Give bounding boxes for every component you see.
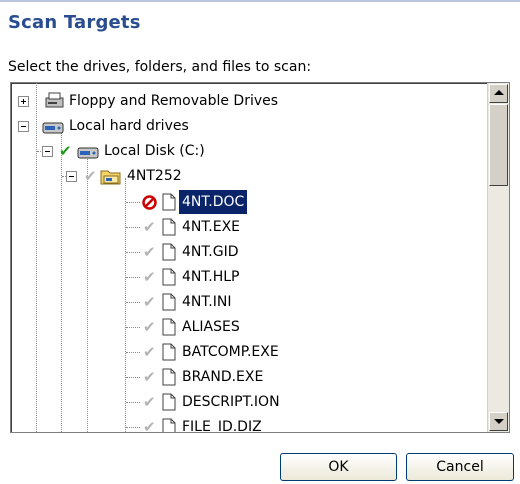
tree-label-floppy: Floppy and Removable Drives — [69, 93, 279, 109]
tree-label-file: BATCOMP.EXE — [182, 344, 279, 360]
arrow-up-icon — [494, 90, 504, 95]
vertical-scrollbar[interactable] — [487, 83, 509, 432]
tree-connector — [126, 377, 140, 378]
tree-label-local-hard-drives: Local hard drives — [69, 118, 189, 134]
collapse-minus-icon[interactable] — [42, 146, 53, 157]
scroll-down-button[interactable] — [489, 412, 508, 431]
tree-connector — [126, 227, 140, 228]
tree-label-file: BRAND.EXE — [182, 369, 264, 385]
tree-label-file: ALIASES — [182, 319, 240, 335]
dialog-title: Scan Targets — [8, 12, 141, 33]
tree-connector — [126, 327, 140, 328]
collapse-minus-icon[interactable] — [66, 171, 77, 182]
tree-label-4nt252: 4NT252 — [127, 168, 182, 184]
tree-connector — [126, 277, 140, 278]
tree-connector — [126, 252, 140, 253]
hard-drives-icon — [42, 122, 64, 134]
excluded-icon[interactable] — [142, 195, 157, 210]
tree-node-local-disk-c[interactable]: ✔ Local Disk (C:) — [11, 139, 481, 163]
scroll-thumb[interactable] — [489, 104, 508, 186]
checkmark-icon[interactable]: ✔ — [143, 420, 156, 433]
collapse-minus-icon[interactable] — [18, 121, 29, 132]
tree-node-floppy[interactable]: Floppy and Removable Drives — [11, 89, 481, 113]
document-icon — [162, 343, 176, 361]
tree-node-file[interactable]: ✔ FILE_ID.DIZ — [11, 415, 481, 432]
tree-node-file[interactable]: ✔ 4NT.EXE — [11, 215, 481, 239]
folder-icon — [100, 170, 121, 185]
tree-label-file: 4NT.HLP — [182, 269, 240, 285]
cancel-button[interactable]: Cancel — [406, 453, 514, 481]
hard-disk-icon — [77, 147, 99, 159]
tree-label-file: 4NT.EXE — [182, 219, 241, 235]
tree-connector — [126, 402, 140, 403]
tree-viewport: Floppy and Removable Drives Local hard d… — [11, 83, 487, 432]
checkmark-icon[interactable]: ✔ — [143, 395, 156, 410]
document-icon — [162, 193, 176, 211]
scan-targets-tree[interactable]: Floppy and Removable Drives Local hard d… — [10, 82, 510, 433]
tree-node-file[interactable]: ✔ BATCOMP.EXE — [11, 340, 481, 364]
checkmark-icon[interactable]: ✔ — [59, 144, 72, 159]
tree-node-file[interactable]: ✔ ALIASES — [11, 315, 481, 339]
tree-node-file[interactable]: ✔ 4NT.HLP — [11, 265, 481, 289]
checkmark-icon[interactable]: ✔ — [143, 295, 156, 310]
tree-node-file[interactable]: ✔ 4NT.INI — [11, 290, 481, 314]
document-icon — [162, 368, 176, 386]
document-icon — [162, 293, 176, 311]
tree-node-file[interactable]: ✔ DESCRIPT.ION — [11, 390, 481, 414]
tree-label-local-disk-c: Local Disk (C:) — [104, 143, 205, 159]
document-icon — [162, 418, 176, 432]
tree-connector — [126, 302, 140, 303]
document-icon — [162, 318, 176, 336]
tree-label-file: 4NT.GID — [182, 244, 239, 260]
checkmark-icon[interactable]: ✔ — [143, 370, 156, 385]
tree-node-local-hard-drives[interactable]: Local hard drives — [11, 114, 481, 138]
scan-instruction: Select the drives, folders, and files to… — [8, 59, 312, 75]
tree-node-file[interactable]: 4NT.DOC — [11, 189, 481, 215]
scroll-up-button[interactable] — [489, 84, 508, 103]
checkmark-icon[interactable]: ✔ — [143, 245, 156, 260]
checkmark-icon[interactable]: ✔ — [84, 169, 97, 184]
document-icon — [162, 243, 176, 261]
tree-connector — [126, 202, 140, 203]
header-rule — [0, 0, 520, 2]
tree-label-file: FILE_ID.DIZ — [182, 419, 262, 432]
expand-plus-icon[interactable] — [18, 96, 29, 107]
arrow-down-icon — [494, 419, 504, 424]
tree-node-file[interactable]: ✔ 4NT.GID — [11, 240, 481, 264]
checkmark-icon[interactable]: ✔ — [143, 320, 156, 335]
tree-node-file[interactable]: ✔ BRAND.EXE — [11, 365, 481, 389]
document-icon — [162, 393, 176, 411]
checkmark-icon[interactable]: ✔ — [143, 345, 156, 360]
checkmark-icon[interactable]: ✔ — [143, 220, 156, 235]
checkmark-icon[interactable]: ✔ — [143, 270, 156, 285]
tree-label-file: DESCRIPT.ION — [182, 394, 280, 410]
tree-label-file: 4NT.INI — [182, 294, 232, 310]
removable-drive-icon — [45, 92, 64, 108]
tree-connector — [126, 352, 140, 353]
tree-label-file-selected: 4NT.DOC — [177, 189, 249, 215]
ok-button[interactable]: OK — [280, 453, 397, 481]
document-icon — [162, 218, 176, 236]
tree-connector — [126, 427, 140, 428]
tree-node-4nt252[interactable]: ✔ 4NT252 — [11, 164, 481, 188]
document-icon — [162, 268, 176, 286]
